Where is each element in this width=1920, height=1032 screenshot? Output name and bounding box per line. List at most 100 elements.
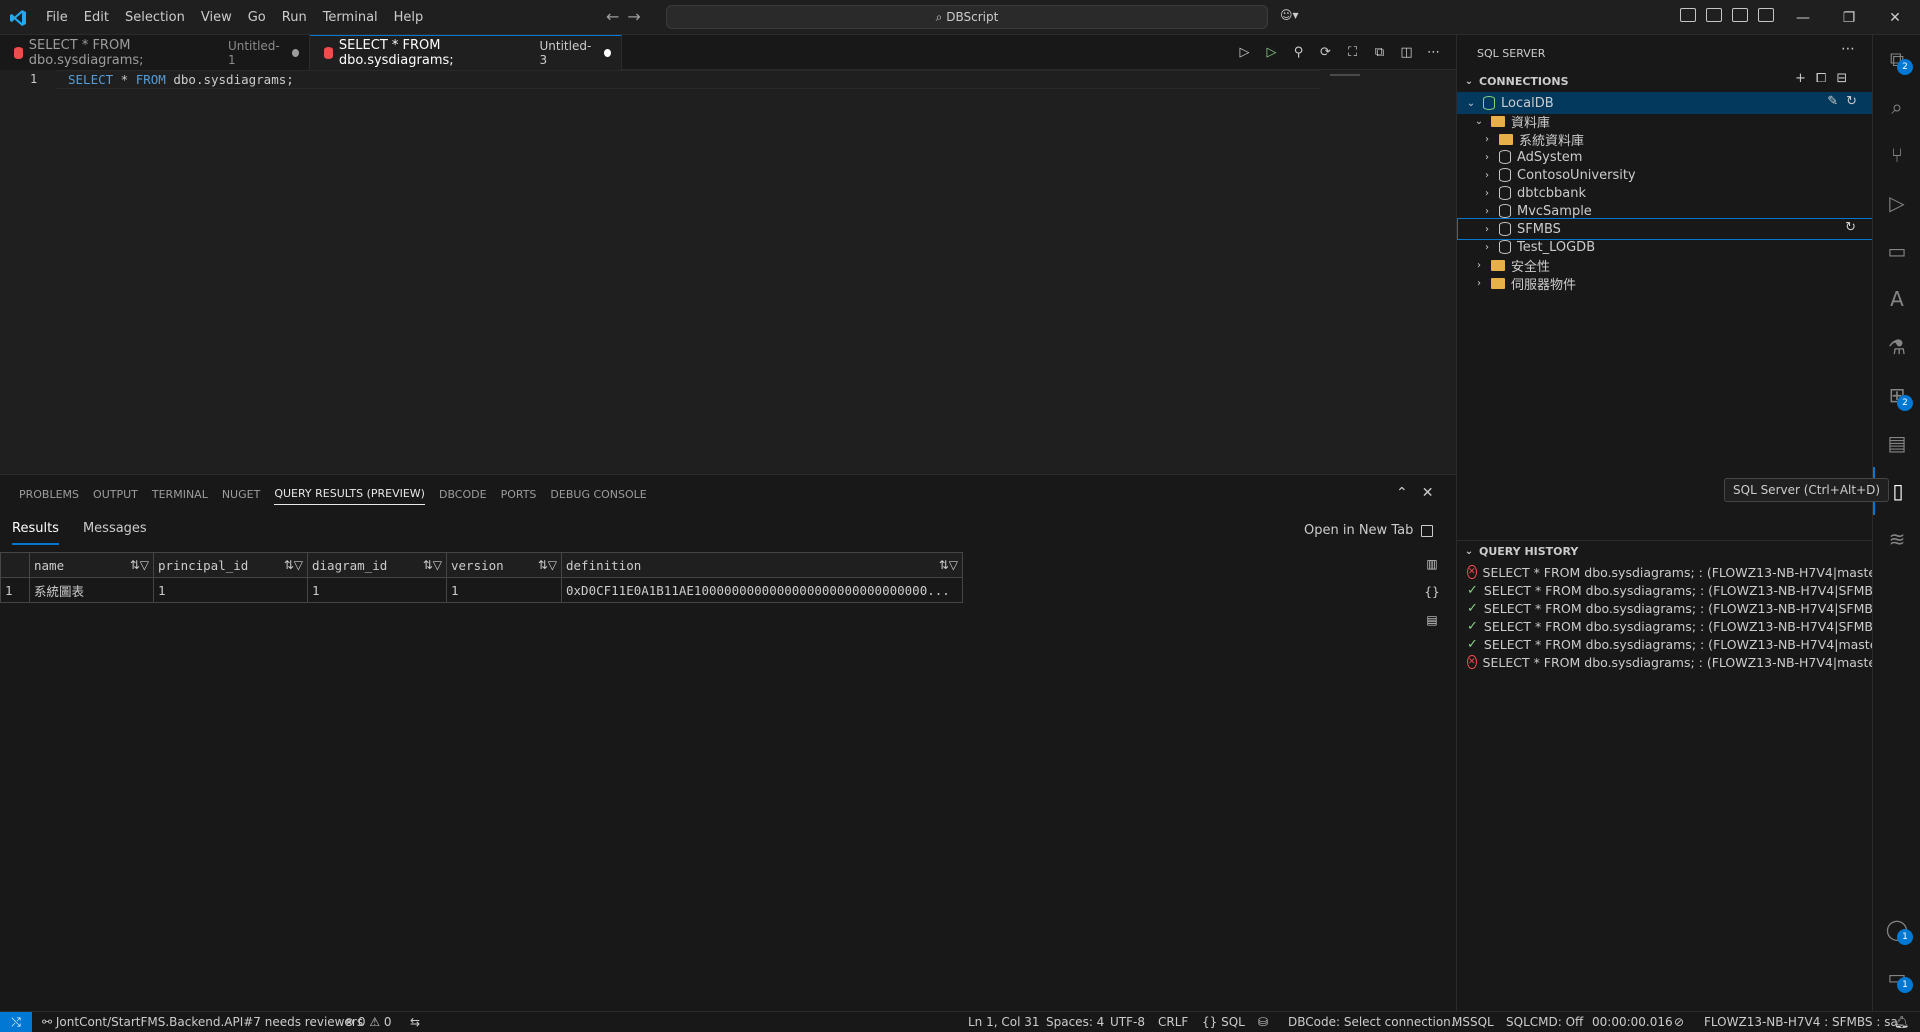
- edit-icon[interactable]: ✎: [1827, 94, 1838, 109]
- cell-version[interactable]: 1: [446, 577, 562, 603]
- problems-status[interactable]: ⊗ 0 ⚠ 0: [344, 1012, 392, 1032]
- column-header-principal-id[interactable]: principal_id ⇅▽: [153, 552, 308, 578]
- run-query-icon[interactable]: ▷: [1236, 44, 1253, 61]
- query-plan-icon[interactable]: ⧉: [1371, 44, 1388, 61]
- notifications-icon[interactable]: 🔔︎: [1894, 1012, 1909, 1032]
- menu-terminal[interactable]: Terminal: [315, 0, 386, 35]
- remote-indicator-icon[interactable]: ⤭: [0, 1012, 32, 1032]
- mssql-status[interactable]: MSSQL: [1452, 1012, 1494, 1032]
- tree-item-server-objects[interactable]: › 伺服器物件: [1457, 272, 1873, 294]
- close-panel-icon[interactable]: ✕: [1422, 485, 1434, 501]
- database-icon[interactable]: ≋: [1873, 515, 1920, 563]
- run-debug-icon[interactable]: ▷: [1873, 179, 1920, 227]
- toggle-primary-sidebar-icon[interactable]: [1706, 8, 1722, 22]
- query-history-section-header[interactable]: ⌄ QUERY HISTORY: [1457, 540, 1873, 562]
- tab-dbcode[interactable]: DBCODE: [439, 484, 487, 505]
- cell-definition[interactable]: 0xD0CF11E0A1B11AE10000000000000000000000…: [561, 577, 963, 603]
- menu-go[interactable]: Go: [240, 0, 274, 35]
- refresh-icon[interactable]: ↻: [1845, 220, 1856, 235]
- code-line[interactable]: SELECT * FROM dbo.sysdiagrams;: [68, 70, 294, 89]
- close-window-icon[interactable]: ✕: [1872, 0, 1918, 35]
- menu-selection[interactable]: Selection: [117, 0, 193, 35]
- sort-filter-icon[interactable]: ⇅▽: [423, 558, 442, 572]
- code-editor[interactable]: 1 SELECT * FROM dbo.sysdiagrams;: [0, 70, 1456, 474]
- forward-arrow-icon[interactable]: →: [627, 7, 640, 26]
- menu-file[interactable]: File: [38, 0, 76, 35]
- menu-edit[interactable]: Edit: [76, 0, 117, 35]
- change-connection-icon[interactable]: ⟳: [1317, 44, 1334, 61]
- minimize-icon[interactable]: —: [1780, 0, 1826, 35]
- source-control-icon[interactable]: ⑂: [1873, 131, 1920, 179]
- copilot-icon[interactable]: ☺▾: [1280, 8, 1310, 26]
- search-icon[interactable]: ⌕: [1873, 83, 1920, 131]
- dbcode-connection[interactable]: DBCode: Select connection...: [1288, 1012, 1462, 1032]
- save-as-excel-icon[interactable]: ▤: [1424, 612, 1440, 628]
- customize-layout-icon[interactable]: [1680, 8, 1696, 22]
- editor-tab-untitled-1[interactable]: SELECT * FROM dbo.sysdiagrams; Untitled-…: [0, 35, 310, 70]
- sort-filter-icon[interactable]: ⇅▽: [284, 558, 303, 572]
- results-grid[interactable]: name ⇅▽ principal_id ⇅▽ diagram_id ⇅▽ versi…: [0, 552, 963, 603]
- angular-icon[interactable]: A: [1873, 275, 1920, 323]
- refresh-icon[interactable]: ↻: [1846, 94, 1857, 109]
- cell-diagram-id[interactable]: 1: [307, 577, 447, 603]
- indentation-status[interactable]: Spaces: 4: [1046, 1012, 1104, 1032]
- eol-status[interactable]: CRLF: [1158, 1012, 1188, 1032]
- live-share-icon[interactable]: ⇆: [410, 1012, 420, 1032]
- testing-icon[interactable]: ⚗: [1873, 323, 1920, 371]
- cell-principal-id[interactable]: 1: [153, 577, 308, 603]
- tab-ports[interactable]: PORTS: [501, 484, 537, 505]
- menu-view[interactable]: View: [193, 0, 240, 35]
- column-header-definition[interactable]: definition ⇅▽: [561, 552, 963, 578]
- tab-problems[interactable]: PROBLEMS: [19, 484, 79, 505]
- command-center[interactable]: ⌕ DBScript: [666, 5, 1268, 29]
- column-header-version[interactable]: version ⇅▽: [446, 552, 562, 578]
- disconnect-icon[interactable]: ⚲: [1290, 44, 1307, 61]
- tab-terminal[interactable]: TERMINAL: [152, 484, 208, 505]
- table-row[interactable]: 1 系統圖表 1 1 1 0xD0CF11E0A1B11AE1000000000…: [0, 577, 963, 603]
- run-current-icon[interactable]: ▷: [1263, 44, 1280, 61]
- more-actions-icon[interactable]: ⋯: [1425, 44, 1442, 61]
- unsaved-dot-icon[interactable]: [291, 48, 299, 57]
- cell-name[interactable]: 系統圖表: [29, 577, 154, 603]
- sqlcmd-status[interactable]: SQLCMD: Off: [1506, 1012, 1583, 1032]
- pull-request-status[interactable]: ⚯ JontCont/StartFMS.Backend.API#7 needs …: [42, 1012, 363, 1032]
- unsaved-dot-icon[interactable]: [603, 49, 612, 57]
- accounts-icon[interactable]: ◯ 1: [1873, 905, 1920, 953]
- menu-run[interactable]: Run: [274, 0, 315, 35]
- explorer-icon[interactable]: ⧉ 2: [1873, 35, 1920, 83]
- tab-query-results[interactable]: QUERY RESULTS (PREVIEW): [274, 483, 425, 505]
- tab-output[interactable]: OUTPUT: [93, 484, 138, 505]
- messages-tab[interactable]: Messages: [83, 521, 147, 545]
- language-mode[interactable]: {} SQL: [1202, 1012, 1245, 1032]
- column-header-name[interactable]: name ⇅▽: [29, 552, 154, 578]
- add-connection-icon[interactable]: +: [1795, 71, 1806, 86]
- editor-tab-untitled-3[interactable]: SELECT * FROM dbo.sysdiagrams; Untitled-…: [310, 35, 622, 70]
- containers-icon[interactable]: ▤: [1873, 419, 1920, 467]
- extensions-icon[interactable]: ⊞ 2: [1873, 371, 1920, 419]
- active-connection[interactable]: FLOWZ13-NB-H7V4 : SFMBS : sa: [1704, 1012, 1898, 1032]
- sort-filter-icon[interactable]: ⇅▽: [130, 558, 149, 572]
- toggle-secondary-sidebar-icon[interactable]: [1758, 8, 1774, 22]
- save-as-json-icon[interactable]: {}: [1424, 584, 1440, 600]
- sort-filter-icon[interactable]: ⇅▽: [939, 558, 958, 572]
- estimated-plan-icon[interactable]: ⛶: [1344, 44, 1361, 61]
- collapse-all-icon[interactable]: ⊟: [1836, 71, 1847, 86]
- save-as-csv-icon[interactable]: ▥: [1424, 556, 1440, 572]
- minimap[interactable]: [1320, 70, 1456, 474]
- cursor-position[interactable]: Ln 1, Col 31: [968, 1012, 1040, 1032]
- chat-icon[interactable]: ▭ 1: [1873, 953, 1920, 1001]
- maximize-panel-icon[interactable]: ⌃: [1396, 485, 1408, 501]
- tab-nuget[interactable]: NUGET: [222, 484, 260, 505]
- split-editor-icon[interactable]: ◫: [1398, 44, 1415, 61]
- toggle-panel-icon[interactable]: [1732, 8, 1748, 22]
- results-tab[interactable]: Results: [12, 521, 59, 545]
- history-item[interactable]: ✕ SELECT * FROM dbo.sysdiagrams; : (FLOW…: [1457, 651, 1873, 673]
- tab-debug-console[interactable]: DEBUG CONSOLE: [550, 484, 646, 505]
- sort-filter-icon[interactable]: ⇅▽: [538, 558, 557, 572]
- restore-icon[interactable]: ❐: [1826, 0, 1872, 35]
- menu-help[interactable]: Help: [386, 0, 432, 35]
- connection-group-icon[interactable]: ⧠: [1816, 71, 1826, 86]
- open-in-new-tab-button[interactable]: Open in New Tab: [1304, 523, 1434, 538]
- more-actions-icon[interactable]: ⋯: [1841, 41, 1855, 57]
- column-header-diagram-id[interactable]: diagram_id ⇅▽: [307, 552, 447, 578]
